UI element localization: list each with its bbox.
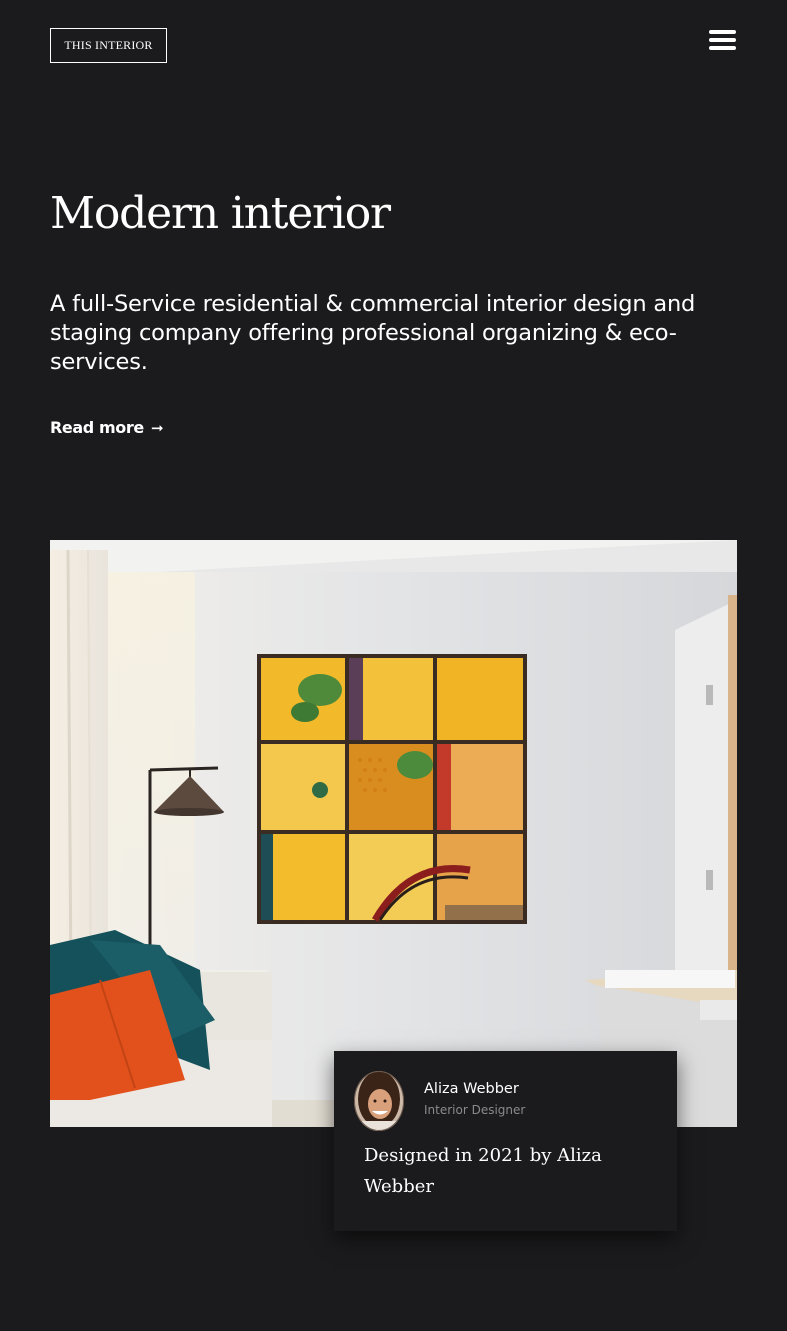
arrow-right-icon: ➞	[150, 419, 164, 437]
read-more-label: Read more	[50, 418, 144, 437]
designer-name: Aliza Webber	[424, 1081, 519, 1097]
hamburger-menu-icon[interactable]	[709, 30, 736, 50]
design-credit-caption: Designed in 2021 by Aliza Webber	[364, 1145, 602, 1197]
designer-role: Interior Designer	[424, 1103, 526, 1117]
read-more-link[interactable]: Read more ➞	[50, 418, 164, 437]
designer-avatar	[354, 1071, 404, 1131]
designer-card: Aliza Webber Interior Designer Designed …	[334, 1051, 677, 1231]
hero-title: Modern interior	[50, 188, 391, 239]
site-logo[interactable]: THIS INTERIOR	[50, 28, 167, 63]
hero-description: A full-Service residential & commercial …	[50, 291, 696, 375]
featured-room-image	[50, 540, 737, 1127]
